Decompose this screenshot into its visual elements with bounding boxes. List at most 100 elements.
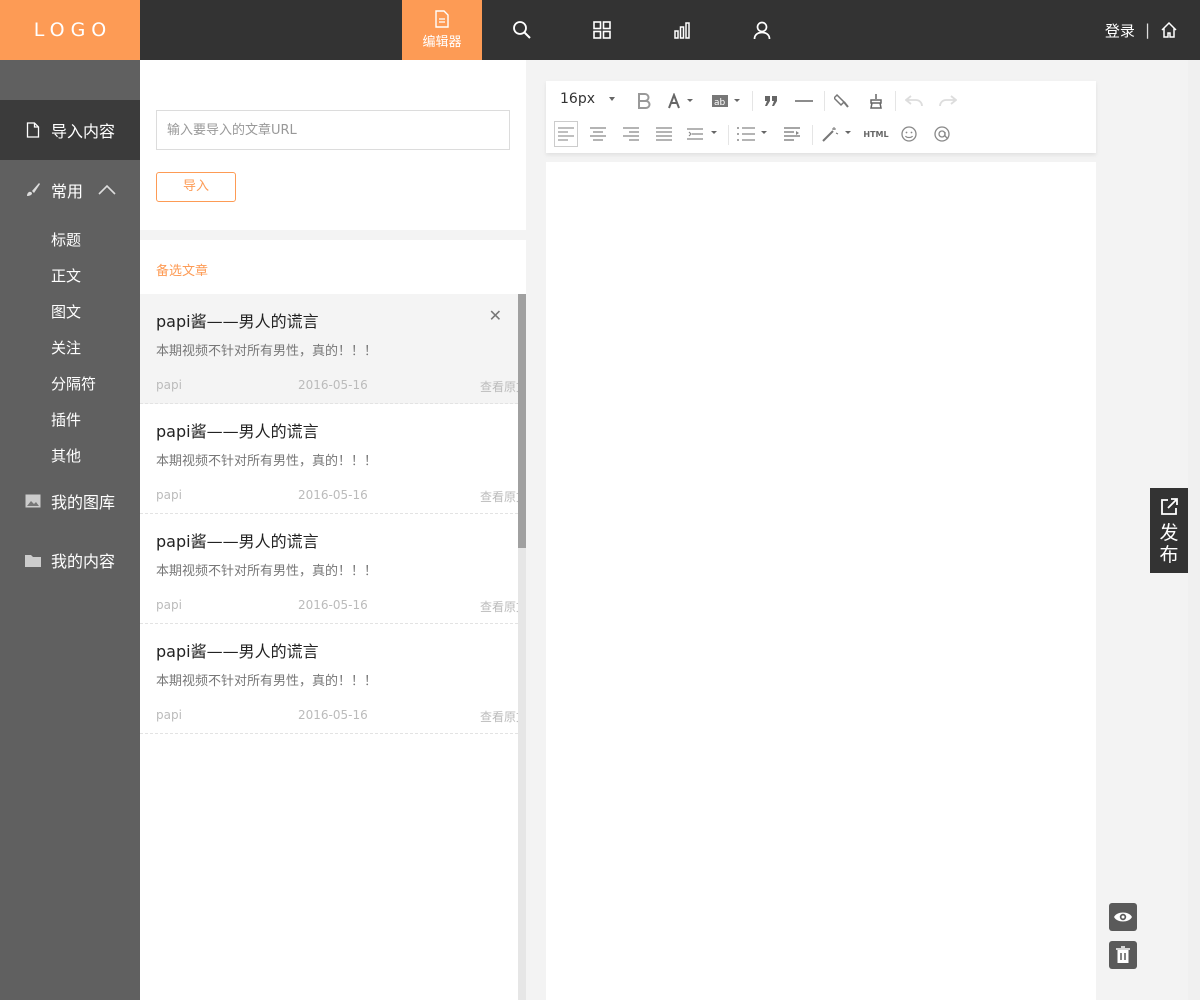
magic-icon[interactable] — [820, 124, 854, 144]
sidebar-subitem-body[interactable]: 正文 — [51, 265, 81, 286]
sidebar: 导入内容 常用 标题 正文 图文 关注 分隔符 插件 其他 我的图库 我的内容 — [0, 60, 140, 1000]
align-right-icon[interactable] — [621, 124, 641, 144]
toolbar-divider — [895, 91, 896, 111]
caret-down-icon — [609, 97, 615, 101]
at-icon[interactable] — [932, 124, 952, 144]
home-icon[interactable] — [1160, 21, 1178, 39]
html-icon[interactable]: HTML — [862, 124, 890, 144]
list-icon[interactable] — [736, 124, 770, 144]
font-size-select[interactable]: 16px — [560, 91, 615, 107]
editor-content[interactable] — [546, 162, 1096, 1000]
bold-icon[interactable] — [634, 91, 654, 111]
list-item[interactable]: papi酱——男人的谎言 本期视频不针对所有男性，真的！！！ papi 2016… — [140, 624, 526, 734]
clear-format-icon[interactable] — [866, 91, 886, 111]
editor-toolbar: 16px ab HTML — [546, 81, 1096, 153]
chevron-up-icon[interactable] — [98, 184, 116, 196]
bar-chart-icon — [674, 22, 690, 39]
logo[interactable]: LOGO — [0, 0, 140, 60]
sidebar-subitem-divider[interactable]: 分隔符 — [51, 373, 96, 394]
sidebar-item-label: 我的图库 — [51, 493, 116, 512]
toolbar-divider — [824, 91, 825, 111]
indent-icon[interactable] — [782, 124, 802, 144]
html-label: HTML — [863, 129, 889, 139]
undo-icon[interactable] — [904, 91, 924, 111]
toolbar-divider — [812, 125, 813, 145]
nav-stats[interactable] — [642, 0, 722, 60]
delete-button[interactable] — [1109, 941, 1137, 969]
line-height-icon[interactable] — [686, 124, 720, 144]
article-date: 2016-05-16 — [298, 598, 368, 612]
sidebar-subitem-image-text[interactable]: 图文 — [51, 301, 81, 322]
article-date: 2016-05-16 — [298, 708, 368, 722]
image-icon — [25, 493, 41, 509]
login-link[interactable]: 登录 — [1105, 20, 1135, 41]
folder-icon — [25, 552, 41, 568]
article-date: 2016-05-16 — [298, 488, 368, 502]
nav-editor[interactable]: 编辑器 — [402, 0, 482, 60]
publish-button[interactable]: 发布 — [1150, 488, 1188, 573]
sidebar-item-import[interactable]: 导入内容 — [0, 100, 140, 160]
list-scrollbar-thumb[interactable] — [518, 294, 526, 548]
user-icon — [753, 21, 771, 40]
sidebar-item-my-content[interactable]: 我的内容 — [0, 530, 140, 590]
grid-icon — [593, 21, 611, 39]
font-color-icon[interactable] — [666, 91, 698, 111]
sidebar-item-common[interactable]: 常用 — [0, 160, 140, 220]
article-author: papi — [156, 378, 182, 392]
list-item[interactable]: papi酱——男人的谎言 本期视频不针对所有男性，真的！！！ papi 2016… — [140, 294, 526, 404]
article-desc: 本期视频不针对所有男性，真的！！！ — [156, 454, 378, 469]
blockquote-icon[interactable] — [761, 91, 781, 111]
candidate-articles-panel: 备选文章 papi酱——男人的谎言 本期视频不针对所有男性，真的！！！ papi… — [140, 240, 526, 1000]
article-title: papi酱——男人的谎言 — [156, 422, 319, 441]
horizontal-rule-icon[interactable] — [794, 91, 814, 111]
sidebar-subitem-other[interactable]: 其他 — [51, 445, 81, 466]
page-scrollbar[interactable] — [1188, 60, 1200, 1000]
format-painter-icon[interactable] — [832, 91, 852, 111]
import-button[interactable]: 导入 — [156, 172, 236, 202]
toolbar-divider — [728, 125, 729, 145]
article-desc: 本期视频不针对所有男性，真的！！！ — [156, 674, 378, 689]
document-icon — [435, 10, 449, 28]
article-author: papi — [156, 488, 182, 502]
nav-search[interactable] — [482, 0, 562, 60]
sidebar-item-label: 常用 — [51, 182, 84, 201]
preview-button[interactable] — [1109, 903, 1137, 931]
list-item[interactable]: papi酱——男人的谎言 本期视频不针对所有男性，真的！！！ papi 2016… — [140, 404, 526, 514]
publish-label: 发布 — [1159, 522, 1179, 566]
article-desc: 本期视频不针对所有男性，真的！！！ — [156, 344, 378, 359]
candidate-articles-title: 备选文章 — [156, 264, 209, 279]
background-color-icon[interactable]: ab — [710, 91, 744, 111]
external-link-icon — [1161, 498, 1178, 515]
separator: | — [1144, 21, 1150, 39]
article-author: papi — [156, 708, 182, 722]
article-date: 2016-05-16 — [298, 378, 368, 392]
candidate-list: papi酱——男人的谎言 本期视频不针对所有男性，真的！！！ papi 2016… — [140, 294, 526, 734]
article-desc: 本期视频不针对所有男性，真的！！！ — [156, 564, 378, 579]
align-center-icon[interactable] — [588, 124, 608, 144]
sidebar-item-gallery[interactable]: 我的图库 — [0, 471, 140, 531]
document-icon — [25, 122, 41, 138]
nav-apps[interactable] — [562, 0, 642, 60]
redo-icon[interactable] — [938, 91, 958, 111]
main-nav: 编辑器 — [402, 0, 802, 60]
top-right: 登录 | — [1105, 0, 1178, 60]
nav-user[interactable] — [722, 0, 802, 60]
list-item[interactable]: papi酱——男人的谎言 本期视频不针对所有男性，真的！！！ papi 2016… — [140, 514, 526, 624]
align-left-icon[interactable] — [554, 121, 578, 147]
svg-text:ab: ab — [714, 98, 726, 108]
article-title: papi酱——男人的谎言 — [156, 642, 319, 661]
align-justify-icon[interactable] — [654, 124, 674, 144]
sidebar-subitem-plugin[interactable]: 插件 — [51, 409, 81, 430]
search-icon — [513, 21, 531, 39]
article-url-input[interactable] — [156, 110, 510, 150]
sidebar-subitem-heading[interactable]: 标题 — [51, 229, 81, 250]
sidebar-subitem-follow[interactable]: 关注 — [51, 337, 81, 358]
close-icon[interactable]: ✕ — [489, 306, 502, 325]
import-panel: 导入 — [140, 60, 526, 230]
brush-icon — [25, 182, 41, 198]
sidebar-item-label: 我的内容 — [51, 552, 116, 571]
article-author: papi — [156, 598, 182, 612]
font-size-value: 16px — [560, 91, 595, 107]
sidebar-item-label: 导入内容 — [51, 122, 116, 141]
emoji-icon[interactable] — [899, 124, 919, 144]
